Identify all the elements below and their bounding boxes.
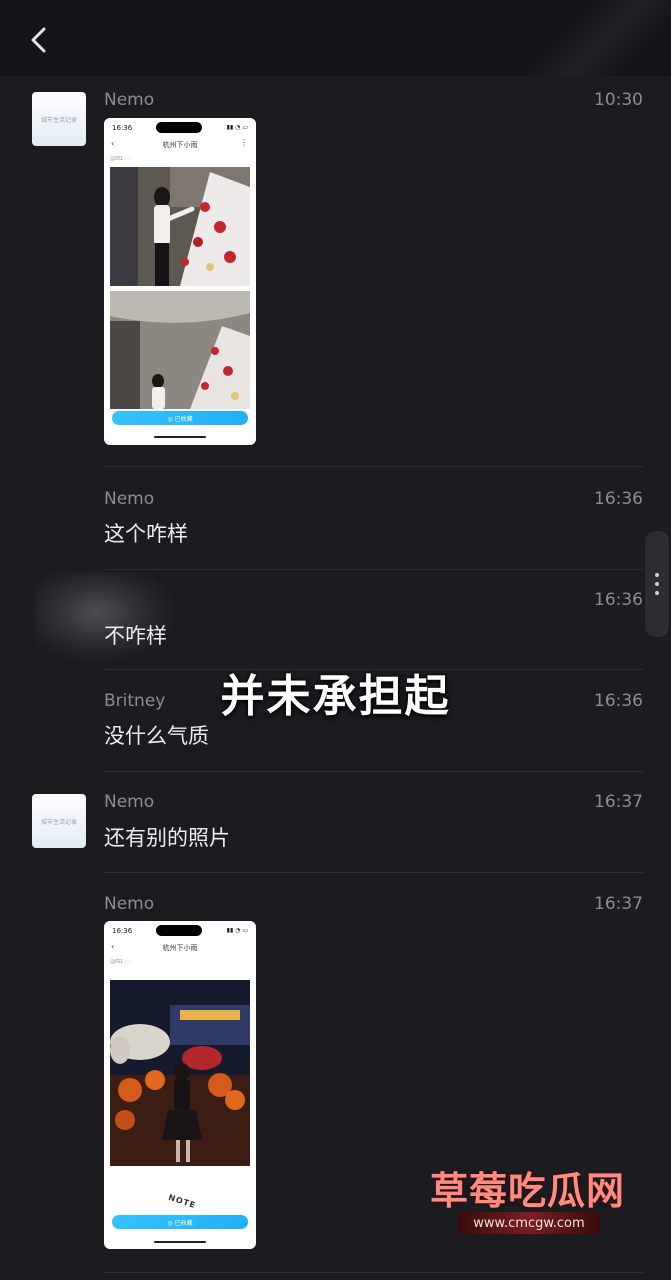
note-stamp: NOTE (167, 1192, 198, 1211)
phone-action-bar: ◎ 已收藏 (112, 411, 248, 425)
message-time: 16:37 (594, 792, 643, 812)
phone-more-icon: ⋮ (240, 138, 248, 147)
home-indicator (154, 436, 206, 438)
message-time: 16:36 (594, 489, 643, 509)
video-caption: 并未承担起 (220, 671, 451, 722)
sender-name: Nemo (104, 792, 155, 812)
message-time: 10:30 (594, 90, 643, 110)
divider (104, 771, 643, 772)
message-text: 不咋样 (104, 624, 167, 648)
watermark-title: 草莓吃瓜网 (430, 1169, 626, 1213)
message-time: 16:36 (594, 590, 643, 610)
dynamic-island (156, 925, 202, 936)
dot-icon (655, 582, 659, 586)
signal-battery-icon: ▮▮ ◔ ▭ (226, 124, 248, 131)
photo-christmas-tree (110, 167, 250, 286)
message-text: 这个咋样 (104, 522, 188, 546)
image-message[interactable]: 16:36 ▮▮ ◔ ▭ ‹ 杭州下小雨 ⋮ @四1 · · · ◎ 已收藏 (104, 118, 256, 445)
message-text: 没什么气质 (104, 724, 209, 748)
phone-status-time: 16:36 (112, 927, 133, 935)
watermark-url: www.cmcgw.com (458, 1212, 600, 1234)
message-text: 还有别的照片 (104, 826, 230, 850)
phone-status-time: 16:36 (112, 124, 133, 132)
divider (104, 1272, 643, 1273)
photo-halloween (110, 980, 250, 1166)
avatar-label: 城市生活记录 (40, 116, 77, 124)
divider (104, 569, 643, 570)
avatar[interactable]: 城市生活记录 (32, 92, 86, 146)
sender-name: Nemo (104, 894, 155, 914)
signal-battery-icon: ▮▮ ◔ ▭ (226, 927, 248, 934)
divider (104, 466, 643, 467)
phone-post-meta: @四1 · · · (110, 959, 133, 965)
message-time: 16:37 (594, 894, 643, 914)
dynamic-island (156, 122, 202, 133)
dot-icon (655, 573, 659, 577)
dot-icon (655, 591, 659, 595)
chevron-left-icon[interactable] (22, 22, 58, 58)
light-glare (491, 0, 671, 76)
top-bar (0, 0, 671, 76)
phone-post-meta: @四1 · · · (110, 156, 133, 162)
sender-name: Nemo (104, 489, 155, 509)
photo-halloween-art (110, 980, 250, 1166)
phone-nav-title: 杭州下小雨 (162, 141, 198, 149)
divider (104, 872, 643, 873)
sender-name: Nemo (104, 90, 155, 110)
phone-nav-title: 杭州下小雨 (162, 944, 198, 952)
floating-menu-handle[interactable] (645, 531, 669, 637)
image-message[interactable]: 16:36 ▮▮ ◔ ▭ ‹ 杭州下小雨 @四1 · · · NOTE ◎ 已收… (104, 921, 256, 1249)
phone-action-bar: ◎ 已收藏 (112, 1215, 248, 1229)
avatar[interactable]: 城市生活记录 (32, 794, 86, 848)
photo-christmas-tree-2 (110, 291, 250, 409)
photo-christmas-tree-art (110, 167, 250, 286)
home-indicator (154, 1241, 206, 1243)
photo-christmas-tree-2-art (110, 291, 250, 409)
avatar-label: 城市生活记录 (40, 818, 77, 826)
